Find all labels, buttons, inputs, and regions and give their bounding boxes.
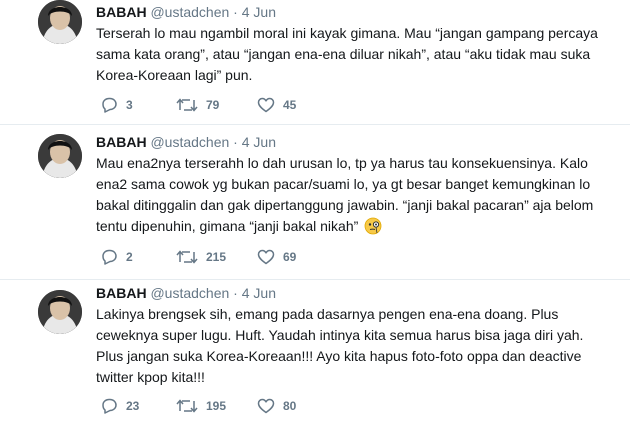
- author-name[interactable]: BABAH: [96, 4, 147, 20]
- avatar-image: [38, 290, 82, 334]
- like-button[interactable]: 80: [257, 398, 296, 414]
- heart-icon: [257, 97, 275, 113]
- tweet-3[interactable]: BABAH @ustadchen · 4 Jun Lakinya brengse…: [0, 280, 630, 424]
- reply-button[interactable]: 23: [100, 398, 139, 414]
- like-count: 80: [283, 399, 297, 413]
- retweet-count: 79: [206, 98, 220, 112]
- tweet-date[interactable]: 4 Jun: [242, 4, 276, 20]
- tweet-body: Mau ena2nya terserahh lo dah urusan lo, …: [96, 153, 611, 237]
- avatar[interactable]: [38, 134, 82, 178]
- tweet-1[interactable]: BABAH @ustadchen · 4 Jun Terserah lo mau…: [0, 0, 630, 125]
- reply-button[interactable]: 3: [100, 97, 133, 113]
- header-separator: ·: [233, 134, 238, 150]
- tweet-text: Terserah lo mau ngambil moral ini kayak …: [96, 25, 598, 83]
- like-count: 69: [283, 250, 297, 264]
- like-button[interactable]: 69: [257, 249, 296, 265]
- author-handle[interactable]: @ustadchen: [150, 134, 229, 150]
- reply-icon: [102, 97, 117, 113]
- retweet-count: 215: [206, 250, 227, 264]
- reply-icon: [102, 249, 117, 265]
- heart-icon: [257, 249, 275, 265]
- author-handle[interactable]: @ustadchen: [150, 4, 229, 20]
- avatar-image: [38, 0, 82, 44]
- retweet-count: 195: [206, 399, 227, 413]
- avatar[interactable]: [38, 290, 82, 334]
- tweet-header: BABAH @ustadchen · 4 Jun: [96, 284, 276, 302]
- retweet-icon: [176, 399, 198, 413]
- face-with-monocle-icon: [364, 217, 382, 235]
- author-name[interactable]: BABAH: [96, 285, 147, 301]
- retweet-button[interactable]: 195: [176, 398, 226, 414]
- like-button[interactable]: 45: [257, 97, 296, 113]
- tweet-text: Mau ena2nya terserahh lo dah urusan lo, …: [96, 155, 594, 234]
- reply-count: 23: [126, 399, 140, 413]
- retweet-icon: [176, 98, 198, 112]
- avatar[interactable]: [38, 0, 82, 44]
- author-handle[interactable]: @ustadchen: [150, 285, 229, 301]
- tweet-2[interactable]: BABAH @ustadchen · 4 Jun Mau ena2nya ter…: [0, 125, 630, 280]
- reply-count: 3: [126, 98, 133, 112]
- retweet-icon: [176, 250, 198, 264]
- reply-count: 2: [126, 250, 133, 264]
- tweet-date[interactable]: 4 Jun: [242, 134, 276, 150]
- like-count: 45: [283, 98, 297, 112]
- tweet-header: BABAH @ustadchen · 4 Jun: [96, 133, 276, 151]
- heart-icon: [257, 398, 275, 414]
- tweet-date[interactable]: 4 Jun: [242, 285, 276, 301]
- avatar-image: [38, 134, 82, 178]
- tweet-text: Lakinya brengsek sih, emang pada dasarny…: [96, 306, 584, 385]
- retweet-button[interactable]: 215: [176, 249, 226, 265]
- header-separator: ·: [233, 285, 238, 301]
- reply-icon: [102, 398, 117, 414]
- retweet-button[interactable]: 79: [176, 97, 219, 113]
- header-separator: ·: [233, 4, 238, 20]
- author-name[interactable]: BABAH: [96, 134, 147, 150]
- reply-button[interactable]: 2: [100, 249, 133, 265]
- tweet-header: BABAH @ustadchen · 4 Jun: [96, 3, 276, 21]
